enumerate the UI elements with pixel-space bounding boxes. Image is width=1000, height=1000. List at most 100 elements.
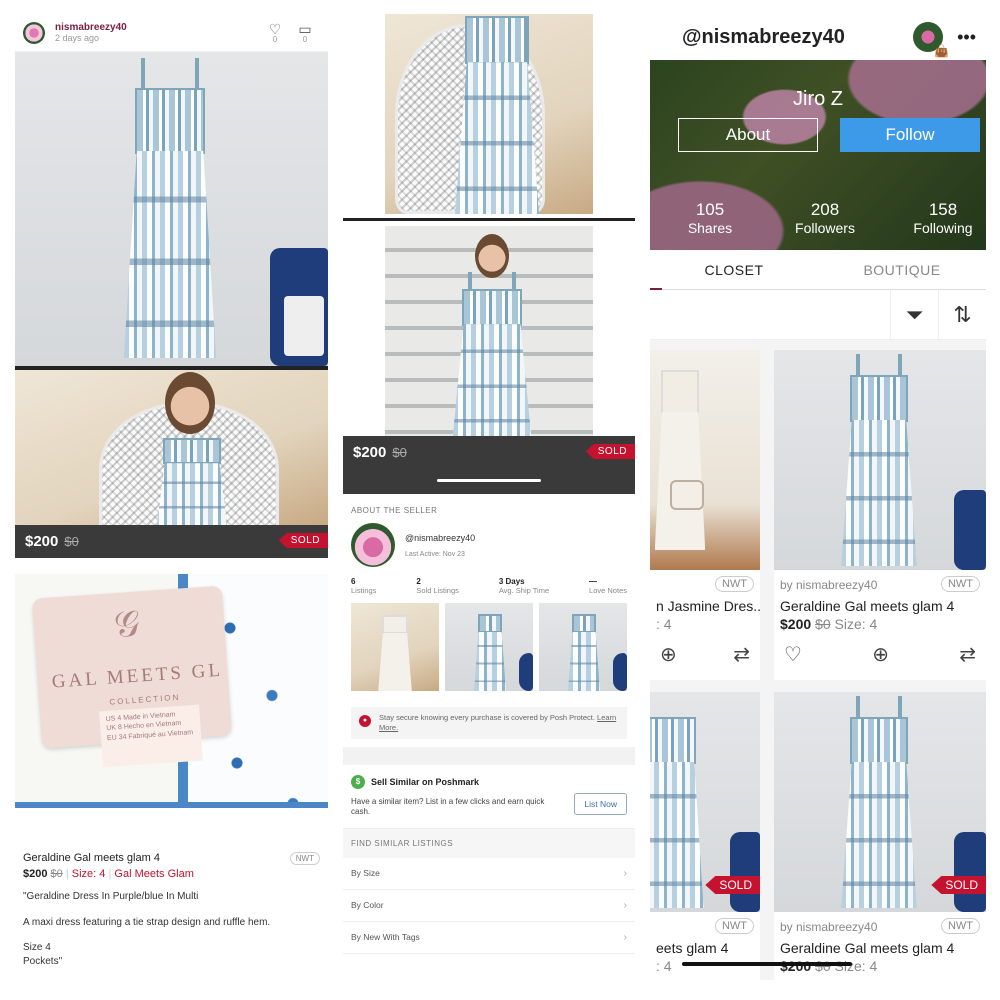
listing-details-column: $200 $0 SOLD ABOUT THE SELLER @nismabree…: [343, 14, 635, 986]
listing-card[interactable]: SOLD by nismabreezy40 NWT Geraldine Gal …: [774, 692, 986, 982]
tab-indicator: [650, 288, 662, 290]
sell-similar-header: $ Sell Similar on Poshmark: [351, 774, 627, 789]
sell-similar-desc: Have a similar item? List in a few click…: [351, 796, 545, 817]
original-price: $0: [64, 534, 79, 549]
listing-description: Geraldine Gal meets glam 4 NWT $200 $0 |…: [15, 844, 328, 986]
seller-avatar[interactable]: [351, 523, 395, 567]
description-line: "Geraldine Dress In Purple/blue In Multi: [23, 891, 199, 902]
dress-image: [115, 58, 225, 358]
card-actions: ♡ ⊕ ⇄: [774, 642, 986, 676]
seller-row[interactable]: @nismabreezy40 Last Active: Nov 23: [343, 523, 635, 567]
chevron-right-icon: ›: [623, 932, 627, 944]
chevron-right-icon: ›: [623, 900, 627, 912]
card-price-line: $200 $0 Size: 4: [780, 958, 877, 974]
listing-size[interactable]: Size: 4: [72, 868, 106, 880]
share-icon[interactable]: ⇄: [959, 642, 976, 676]
like-button[interactable]: ♡ 0: [260, 22, 290, 44]
original-price: $0: [392, 445, 407, 460]
label-collection: COLLECTION: [109, 692, 181, 707]
thumbnail[interactable]: [539, 603, 627, 691]
listing-photo: [650, 350, 760, 570]
bag-icon[interactable]: ⊕: [872, 642, 889, 676]
home-indicator: [682, 962, 852, 966]
price-bar: $200 $0 SOLD: [15, 525, 328, 558]
sold-badge: SOLD: [931, 876, 986, 894]
card-seller[interactable]: by nismabreezy40: [780, 578, 877, 592]
card-original-price: $0: [815, 958, 831, 974]
sold-badge: SOLD: [705, 876, 760, 894]
about-button[interactable]: About: [678, 118, 818, 152]
stat-following[interactable]: 158 Following: [906, 200, 980, 238]
nwt-badge: NWT: [714, 576, 754, 592]
sell-similar-section: $ Sell Similar on Poshmark Have a simila…: [343, 765, 635, 829]
about-seller-heading: ABOUT THE SELLER: [351, 506, 438, 515]
price: $200: [353, 444, 387, 461]
filter-by-nwt[interactable]: By New With Tags ›: [343, 922, 635, 955]
card-price: $200: [780, 616, 812, 632]
lock-icon: ●: [359, 715, 371, 727]
brand-label-photo[interactable]: 𝒢 GAL MEETS GL COLLECTION US 4 Made in V…: [15, 574, 328, 844]
post-header: nismabreezy40 2 days ago ♡ 0 ▭ 0: [15, 14, 328, 52]
list-now-button[interactable]: List Now: [574, 792, 627, 815]
thumbnail[interactable]: [445, 603, 533, 691]
nwt-badge: NWT: [940, 576, 980, 592]
collage: nismabreezy40 2 days ago ♡ 0 ▭ 0 $200 $0…: [0, 0, 1000, 1000]
chevron-right-icon: ›: [623, 868, 627, 880]
protect-text: Stay secure knowing every purchase is co…: [379, 713, 595, 722]
closet-toolbar: ⏷ ⇅: [650, 289, 986, 340]
label-brand: GAL MEETS GL: [51, 659, 224, 693]
model-fence-photo[interactable]: [385, 226, 593, 436]
dress-hanger-photo[interactable]: [15, 52, 328, 366]
listing-price-line: $200 $0 | Size: 4 | Gal Meets Glam: [23, 868, 194, 880]
listing-card[interactable]: by nismabreezy40 NWT Geraldine Gal meets…: [774, 350, 986, 680]
dollar-icon: $: [351, 774, 365, 789]
stat-sold: 2 Sold Listings: [416, 577, 459, 595]
card-title: eets glam 4: [656, 940, 729, 956]
listing-brand[interactable]: Gal Meets Glam: [114, 868, 193, 880]
bag-icon[interactable]: ⊕: [660, 642, 677, 676]
price-bar: $200 $0 SOLD: [343, 436, 635, 494]
sold-badge: SOLD: [278, 533, 328, 548]
card-original-price: $0: [815, 616, 831, 632]
card-seller[interactable]: by nismabreezy40: [780, 920, 877, 934]
description-line: Pockets": [23, 955, 63, 967]
comment-button[interactable]: ▭ 0: [290, 22, 320, 44]
model-chair-photo[interactable]: [15, 370, 328, 525]
card-actions: ⊕ ⇄: [650, 642, 760, 676]
stat-love-notes: — Love Notes: [589, 577, 627, 595]
sell-similar-title: Sell Similar on Poshmark: [371, 776, 480, 787]
listing-photo: [774, 350, 986, 570]
stat-followers[interactable]: 208 Followers: [790, 200, 860, 238]
thumbnail[interactable]: [351, 603, 439, 691]
post-username[interactable]: nismabreezy40: [55, 22, 260, 33]
seller-handle[interactable]: @nismabreezy40: [405, 533, 475, 543]
more-icon[interactable]: •••: [957, 27, 976, 48]
nwt-badge: NWT: [289, 852, 320, 865]
model-seated-photo[interactable]: [385, 14, 593, 214]
listing-original-price: $0: [50, 868, 63, 880]
share-icon[interactable]: ⇄: [733, 642, 750, 676]
filter-by-size[interactable]: By Size ›: [343, 858, 635, 891]
seller-thumbnails: [343, 595, 635, 699]
stat-shares[interactable]: 105 Shares: [678, 200, 742, 238]
tab-closet[interactable]: CLOSET: [650, 250, 818, 289]
post-time: 2 days ago: [55, 33, 100, 43]
sort-icon[interactable]: ⇅: [938, 289, 986, 340]
seller-info: @nismabreezy40 Last Active: Nov 23: [405, 533, 475, 558]
listing-card[interactable]: SOLD NWT eets glam 4 : 4: [650, 692, 760, 982]
avatar[interactable]: [23, 21, 45, 44]
listing-price: $200: [23, 868, 48, 880]
follow-button[interactable]: Follow: [840, 118, 980, 152]
bag-icon[interactable]: [913, 22, 949, 58]
heart-icon[interactable]: ♡: [784, 642, 802, 676]
sold-badge: SOLD: [585, 444, 635, 459]
listing-card[interactable]: NWT n Jasmine Dres... : 4 ⊕ ⇄: [650, 350, 760, 680]
filter-icon[interactable]: ⏷: [890, 289, 938, 340]
stat-ship-time: 3 Days Avg. Ship Time: [498, 577, 550, 595]
post-user-box: nismabreezy40 2 days ago: [55, 22, 260, 43]
card-title: Geraldine Gal meets glam 4: [780, 940, 955, 956]
post-column: nismabreezy40 2 days ago ♡ 0 ▭ 0 $200 $0…: [15, 14, 328, 986]
filter-by-color[interactable]: By Color ›: [343, 890, 635, 923]
tab-boutique[interactable]: BOUTIQUE: [818, 250, 986, 289]
profile-header: @nismabreezy40 •••: [650, 14, 986, 60]
